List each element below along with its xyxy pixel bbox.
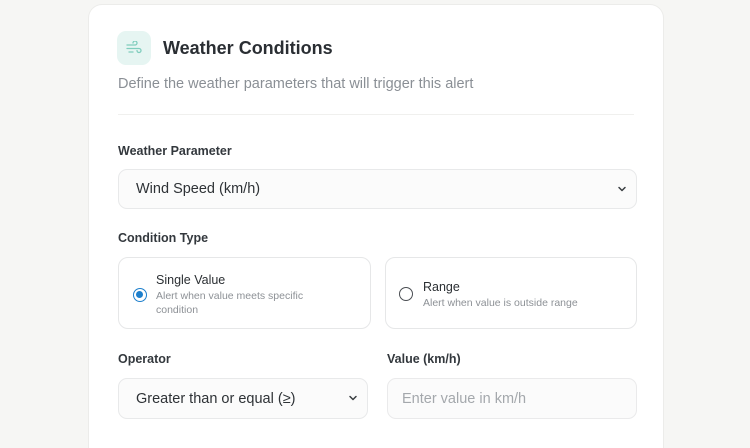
card-subtitle: Define the weather parameters that will … xyxy=(118,76,474,92)
wind-icon xyxy=(117,31,151,65)
chevron-down-icon xyxy=(618,186,626,192)
single-value-title: Single Value xyxy=(156,273,226,287)
single-value-description: Alert when value meets specific conditio… xyxy=(156,290,304,316)
divider xyxy=(118,114,634,115)
range-radio[interactable] xyxy=(399,287,413,301)
weather-parameter-value: Wind Speed (km/h) xyxy=(136,181,261,197)
condition-type-label: Condition Type xyxy=(118,231,209,245)
operator-label: Operator xyxy=(118,352,171,366)
single-value-radio[interactable] xyxy=(133,288,147,302)
operator-select[interactable]: Greater than or equal (≥) xyxy=(118,378,368,419)
value-input[interactable] xyxy=(387,378,637,419)
condition-option-single-value[interactable]: Single Value Alert when value meets spec… xyxy=(118,257,371,329)
card-title: Weather Conditions xyxy=(163,38,333,58)
condition-option-range[interactable]: Range Alert when value is outside range xyxy=(385,257,637,329)
operator-value: Greater than or equal (≥) xyxy=(136,390,296,407)
weather-conditions-card: Weather Conditions Define the weather pa… xyxy=(88,4,664,448)
range-description: Alert when value is outside range xyxy=(423,297,578,309)
value-label: Value (km/h) xyxy=(387,352,461,366)
weather-parameter-label: Weather Parameter xyxy=(118,144,232,158)
weather-parameter-select[interactable]: Wind Speed (km/h) xyxy=(118,169,637,209)
range-title: Range xyxy=(423,280,460,294)
chevron-down-icon xyxy=(349,395,357,401)
